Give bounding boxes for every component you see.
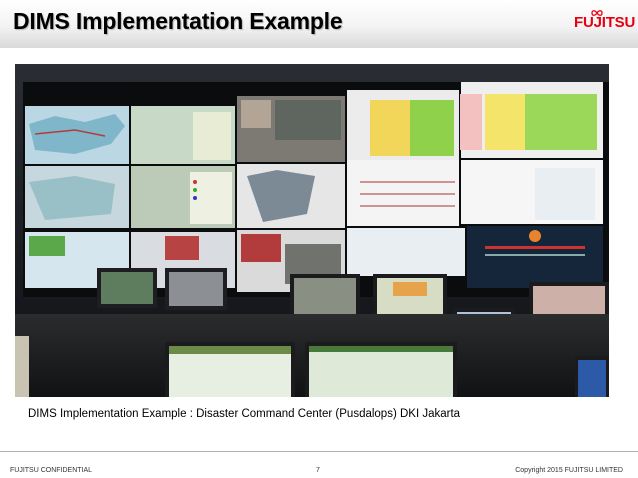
photo-caption: DIMS Implementation Example : Disaster C… [28,408,461,420]
footer-confidential: FUJITSU CONFIDENTIAL [10,467,93,474]
footer-copyright: Copyright 2015 FUJITSU LIMITED [515,467,623,474]
footer-divider [0,451,638,452]
slide-title: DIMS Implementation Example [13,8,343,34]
title-bar: DIMS Implementation Example FUJITSU [0,0,638,48]
page-number: 7 [316,467,320,474]
command-center-photo [15,64,609,397]
fujitsu-logo: FUJITSU [574,14,636,31]
command-center-illustration [15,64,609,397]
